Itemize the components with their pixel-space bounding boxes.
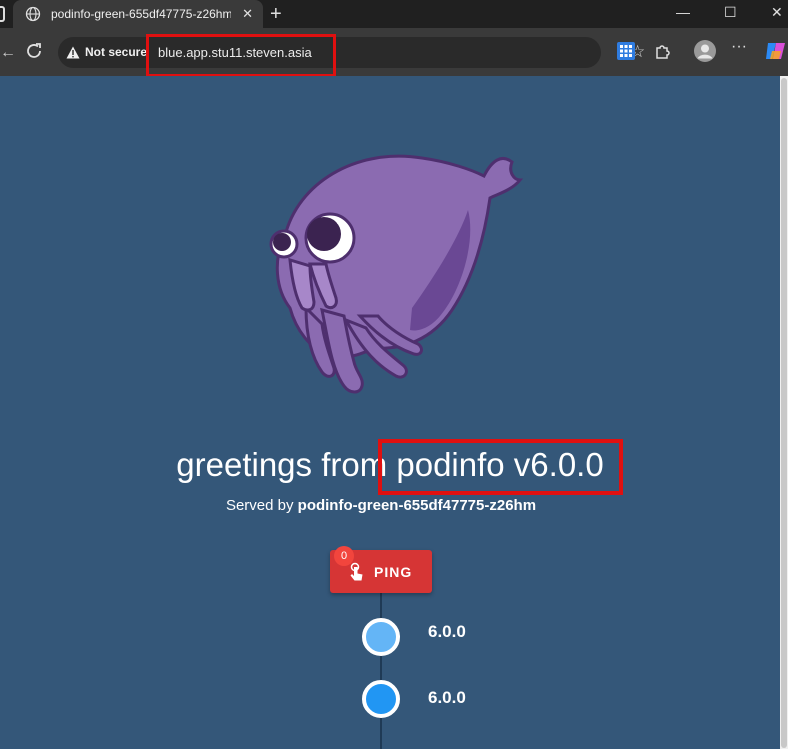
url-highlight-box [146,34,336,77]
apps-grid-icon[interactable] [617,42,635,60]
timeline-line [380,593,382,749]
timeline-dot-2 [362,680,400,718]
maximize-icon[interactable]: ☐ [724,4,737,21]
minimize-icon[interactable]: — [676,4,690,20]
tab-actions-icon[interactable] [0,6,5,22]
more-options-icon[interactable]: ··· [731,38,747,56]
back-icon[interactable]: ← [0,44,16,62]
ping-label: PING [374,563,413,580]
copilot-icon[interactable] [765,41,787,61]
browser-tab[interactable]: podinfo-green-655df47775-z26hm ✕ [13,0,263,28]
served-by-line: Served by podinfo-green-655df47775-z26hm [0,497,762,514]
not-secure-label: Not secure [85,45,148,59]
served-by-prefix: Served by [225,497,294,514]
close-window-icon[interactable]: ✕ [771,4,783,21]
globe-icon [25,6,41,22]
ping-count-badge: 0 [334,546,354,566]
timeline-dot-1 [362,618,400,656]
cuttlefish-mascot-logo [269,154,524,394]
scrollbar[interactable] [780,76,788,749]
extensions-icon[interactable] [653,42,671,60]
browser-toolbar: ← Not secure blue.app.stu11.steven.asia … [0,28,788,76]
profile-avatar-icon[interactable] [693,39,717,63]
reload-icon[interactable] [23,40,45,62]
scrollbar-thumb[interactable] [781,78,787,748]
tab-title: podinfo-green-655df47775-z26hm [51,7,231,21]
security-indicator[interactable]: Not secure [66,45,147,59]
timeline-version-1: 6.0.0 [428,622,466,641]
version-highlight-box [378,439,623,495]
warning-icon [66,46,80,58]
served-by-host: podinfo-green-655df47775-z26hm [297,497,537,514]
new-tab-icon[interactable]: + [270,3,282,26]
touch-hand-icon [350,562,363,581]
close-tab-icon[interactable]: ✕ [242,6,253,22]
timeline-version-2: 6.0.0 [428,688,466,707]
tab-strip: podinfo-green-655df47775-z26hm ✕ + — ☐ ✕ [0,0,788,28]
